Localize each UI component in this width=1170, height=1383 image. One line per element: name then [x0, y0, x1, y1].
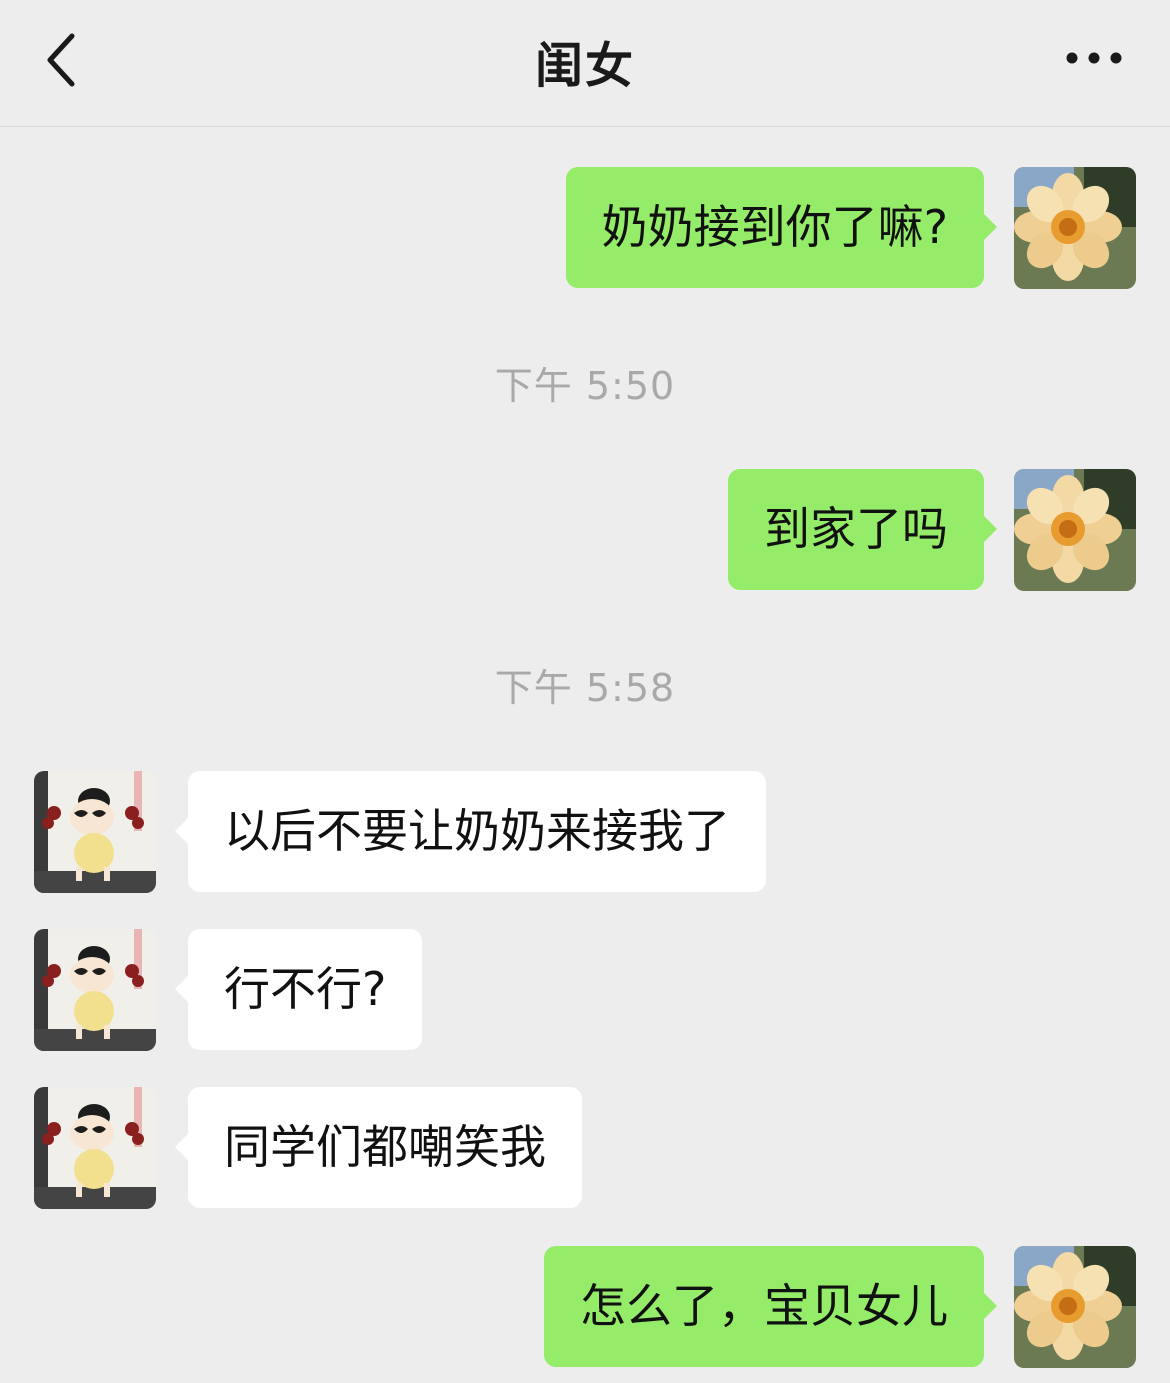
message-bubble-outgoing[interactable]: 奶奶接到你了嘛?	[565, 167, 998, 288]
contact-avatar[interactable]	[34, 771, 156, 893]
chat-header: 闺女	[0, 0, 1170, 127]
message-bubble-incoming[interactable]: 行不行?	[174, 929, 423, 1050]
sunflower-avatar-icon	[1014, 167, 1136, 289]
sunflower-avatar-icon	[1014, 1246, 1136, 1368]
contact-avatar[interactable]	[34, 1087, 156, 1209]
cartoon-girl-avatar-icon	[34, 929, 156, 1051]
more-horizontal-icon	[1066, 52, 1122, 64]
message-bubble-outgoing[interactable]: 怎么了，宝贝女儿	[544, 1246, 997, 1367]
chat-area[interactable]: 奶奶接到你了嘛? 下午 5:50 到家了吗 下午 5:58 以后不要让奶奶来接我…	[0, 127, 1170, 1383]
timestamp: 下午 5:58	[494, 666, 676, 710]
timestamp: 下午 5:50	[494, 364, 676, 408]
sunflower-avatar-icon	[1014, 469, 1136, 591]
message-bubble-incoming[interactable]: 同学们都嘲笑我	[175, 1087, 582, 1208]
cartoon-girl-avatar-icon	[34, 1087, 156, 1209]
message-bubble-incoming[interactable]: 以后不要让奶奶来接我了	[175, 771, 766, 892]
my-avatar[interactable]	[1014, 1246, 1136, 1368]
my-avatar[interactable]	[1014, 469, 1136, 591]
chat-title: 闺女	[534, 38, 635, 94]
message-bubble-outgoing[interactable]: 到家了吗	[728, 469, 997, 590]
more-button[interactable]	[1064, 40, 1124, 76]
cartoon-girl-avatar-icon	[34, 771, 156, 893]
contact-avatar[interactable]	[34, 929, 156, 1051]
my-avatar[interactable]	[1014, 167, 1136, 289]
